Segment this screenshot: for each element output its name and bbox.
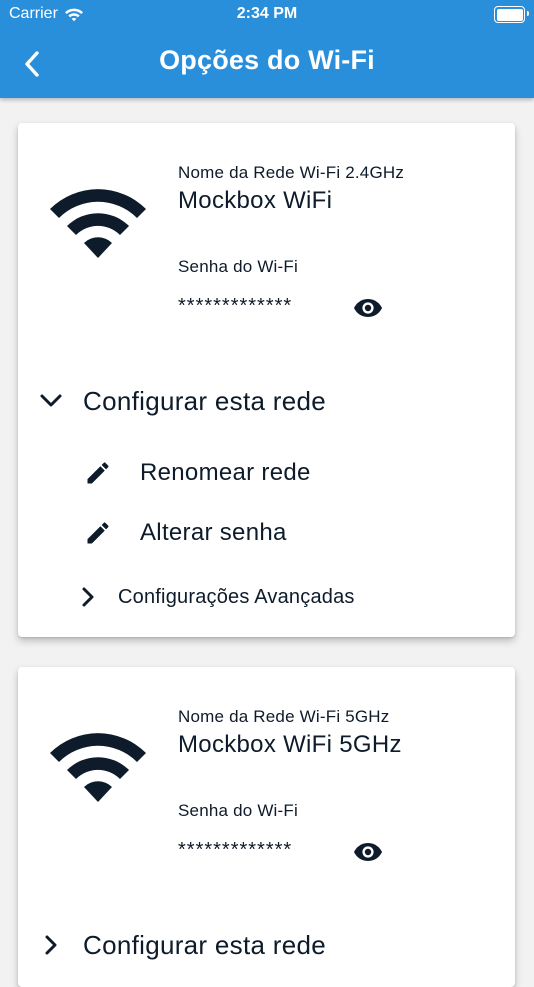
rename-network-button[interactable]: Renomear rede: [80, 453, 311, 493]
network-name-label: Nome da Rede Wi-Fi 5GHz: [178, 707, 390, 726]
password-label: Senha do Wi-Fi: [178, 801, 298, 820]
change-password-label: Alterar senha: [140, 519, 287, 546]
page-title: Opções do Wi-Fi: [159, 45, 375, 75]
status-time: 2:34 PM: [236, 5, 298, 22]
configure-network-toggle[interactable]: Configurar esta rede: [36, 925, 326, 965]
network-name: Mockbox WiFi 5GHz: [178, 731, 402, 758]
password-value: *************: [178, 295, 293, 317]
pencil-icon: [80, 459, 116, 487]
configure-network-label: Configurar esta rede: [83, 385, 327, 416]
advanced-settings-label: Configurações Avançadas: [118, 585, 355, 608]
password-value: *************: [178, 839, 293, 861]
network-card-5ghz: Nome da Rede Wi-Fi 5GHz Mockbox WiFi 5GH…: [18, 667, 515, 987]
show-password-button[interactable]: [352, 296, 384, 320]
network-name: Mockbox WiFi: [178, 187, 333, 214]
eye-icon: [354, 843, 382, 861]
wifi-icon: [50, 189, 146, 264]
rename-network-label: Renomear rede: [140, 459, 311, 486]
configure-network-toggle[interactable]: Configurar esta rede: [36, 381, 326, 421]
chevron-right-icon: [76, 586, 100, 608]
pencil-icon: [80, 519, 116, 547]
chevron-right-icon: [36, 934, 66, 956]
wifi-icon: [50, 733, 146, 808]
network-name-label: Nome da Rede Wi-Fi 2.4GHz: [178, 163, 405, 182]
network-card-2-4ghz: Nome da Rede Wi-Fi 2.4GHz Mockbox WiFi S…: [18, 123, 515, 637]
configure-network-label: Configurar esta rede: [83, 929, 327, 960]
password-label: Senha do Wi-Fi: [178, 257, 298, 276]
chevron-down-icon: [36, 393, 66, 409]
battery-icon: [494, 6, 529, 23]
status-bar: Carrier 2:34 PM: [0, 0, 534, 28]
show-password-button[interactable]: [352, 840, 384, 864]
advanced-settings-button[interactable]: Configurações Avançadas: [76, 581, 355, 613]
change-password-button[interactable]: Alterar senha: [80, 513, 287, 553]
app-header: Carrier 2:34 PM Opções do Wi-Fi: [0, 0, 534, 98]
eye-icon: [354, 299, 382, 317]
